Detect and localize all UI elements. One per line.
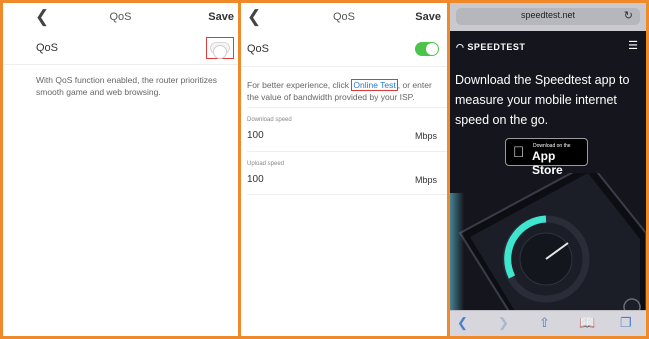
browser-toolbar: ❮ ❯ ⇧ 📖 ❐ (450, 310, 646, 336)
url-field[interactable]: speedtest.net ↻ (456, 8, 640, 25)
toggle-knob (213, 45, 227, 59)
browser-address-bar: speedtest.net ↻ (450, 3, 646, 31)
reload-icon[interactable]: ↻ (624, 9, 633, 22)
divider (247, 194, 447, 195)
app-store-badge[interactable]:  Download on the App Store (505, 138, 588, 177)
upload-speed-unit: Mbps (414, 175, 437, 185)
hint-text-before: For better experience, click (247, 80, 352, 90)
nav-bar: ❮ QoS Save (241, 3, 447, 31)
bandwidth-hint: For better experience, click Online Test… (247, 79, 439, 103)
url-text: speedtest.net (520, 10, 576, 20)
tabs-icon[interactable]: ❐ (620, 315, 632, 331)
phone-illustration (450, 173, 646, 313)
save-button[interactable]: Save (208, 11, 234, 23)
speedtest-browser-panel: speedtest.net ↻ ◠ SPEEDTEST ☰ Download t… (450, 3, 646, 336)
download-speed-input[interactable]: 100 (247, 130, 264, 141)
promo-headline: Download the Speedtest app to measure yo… (455, 73, 630, 127)
upload-speed-label: Upload speed (247, 161, 285, 167)
download-speed-label: Download speed (247, 117, 292, 123)
qos-settings-enabled-panel: ❮ QoS Save QoS For better experience, cl… (241, 3, 447, 336)
nav-bar: ❮ QoS Save (3, 3, 238, 31)
divider (247, 151, 447, 152)
online-test-link[interactable]: Online Test (351, 79, 398, 91)
qos-description: With QoS function enabled, the router pr… (36, 75, 217, 97)
divider (247, 107, 447, 108)
qos-label: QoS (36, 42, 59, 54)
phone-edge-glow (450, 193, 464, 313)
back-arrow-icon[interactable]: ❮ (457, 315, 468, 331)
bookmarks-icon[interactable]: 📖 (579, 315, 595, 331)
page-title: QoS (109, 11, 132, 23)
qos-settings-disabled-panel: ❮ QoS Save QoS With QoS function enabled… (3, 3, 238, 336)
apple-logo-icon:  (513, 144, 524, 161)
toggle-knob (426, 43, 438, 55)
qos-row: QoS (3, 31, 238, 65)
qos-row: QoS (241, 31, 447, 67)
upload-speed-input[interactable]: 100 (247, 174, 264, 185)
speedtest-logo-text: SPEEDTEST (467, 42, 526, 52)
hamburger-menu-icon[interactable]: ☰ (628, 39, 638, 52)
qos-toggle[interactable] (206, 37, 234, 59)
download-speed-unit: Mbps (414, 131, 437, 141)
speedtest-logo[interactable]: ◠ SPEEDTEST (456, 42, 525, 53)
qos-toggle[interactable] (415, 42, 439, 56)
save-button[interactable]: Save (415, 11, 441, 23)
toggle-track (210, 42, 230, 59)
share-icon[interactable]: ⇧ (539, 315, 550, 331)
qos-label: QoS (247, 43, 270, 55)
forward-arrow-icon[interactable]: ❯ (498, 315, 509, 331)
